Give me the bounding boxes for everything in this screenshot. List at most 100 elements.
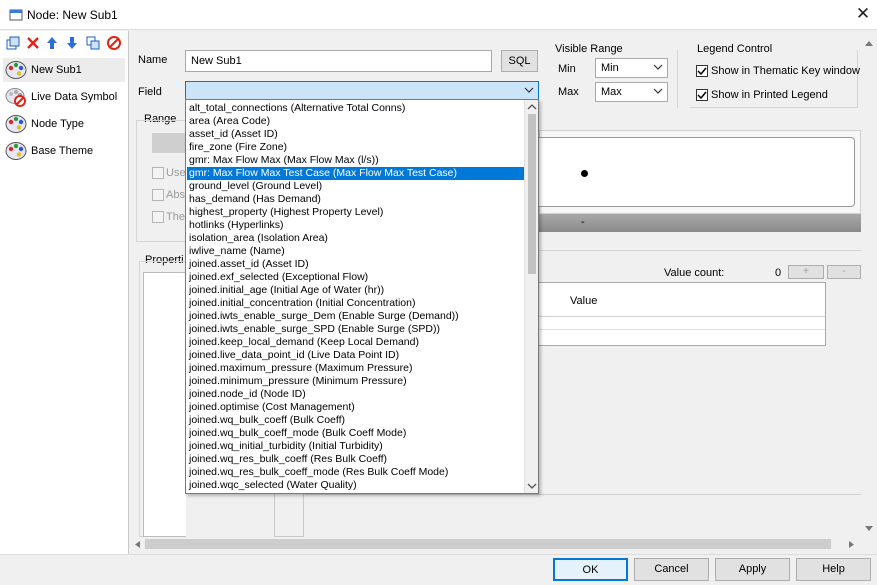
dropdown-item[interactable]: alt_total_connections (Alternative Total… [187, 102, 524, 115]
values-table-row [539, 318, 825, 330]
dropdown-item[interactable]: joined.iwts_enable_surge_Dem (Enable Sur… [187, 310, 524, 323]
dropdown-item[interactable]: joined.wqc_selected (Water Quality) [187, 479, 524, 492]
scroll-left-icon[interactable] [133, 540, 141, 549]
remove-value-button[interactable]: - [827, 265, 861, 279]
dropdown-item[interactable]: joined.wq_bulk_coeff (Bulk Coeff) [187, 414, 524, 427]
dropdown-item[interactable]: highest_property (Highest Property Level… [187, 206, 524, 219]
cancel-button[interactable]: Cancel [634, 558, 709, 581]
dropdown-item[interactable]: iwlive_name (Name) [187, 245, 524, 258]
dropdown-scrollbar[interactable] [524, 100, 538, 493]
disable-icon[interactable] [106, 35, 122, 51]
values-table-header: Value [539, 283, 825, 317]
dropdown-item[interactable]: joined.wq_bulk_coeff_mode (Bulk Coeff Mo… [187, 427, 524, 440]
dropdown-item[interactable]: joined.wq_res_bulk_coeff (Res Bulk Coeff… [187, 453, 524, 466]
scroll-down-icon[interactable] [864, 525, 874, 533]
thematic-key-label: Show in Thematic Key window [711, 65, 860, 77]
value-count-label: Value count: [664, 267, 725, 279]
dropdown-item[interactable]: joined.minimum_pressure (Minimum Pressur… [187, 375, 524, 388]
tree-item-node-type[interactable]: Node Type [3, 112, 125, 136]
dropdown-item[interactable]: isolation_area (Isolation Area) [187, 232, 524, 245]
theme-tree-pane: New Sub1 Live Data Symbol Node Type Base… [0, 31, 129, 554]
scroll-up-icon[interactable] [527, 103, 537, 111]
palette-icon [5, 61, 27, 79]
scroll-up-icon[interactable] [864, 39, 874, 47]
move-down-icon[interactable] [64, 35, 80, 51]
dialog-button-bar: OK Cancel Apply Help [0, 554, 877, 585]
abs-checkbox[interactable] [152, 189, 164, 201]
the-checkbox[interactable] [152, 211, 164, 223]
dropdown-item[interactable]: has_demand (Has Demand) [187, 193, 524, 206]
palette-icon [5, 142, 27, 160]
max-select-value: Max [601, 86, 622, 98]
close-icon[interactable]: ✕ [853, 4, 873, 24]
min-select[interactable]: Min [595, 58, 668, 78]
horizontal-scroll-thumb[interactable] [145, 539, 831, 549]
dropdown-item[interactable]: joined.node_id (Node ID) [187, 388, 524, 401]
dropdown-item[interactable]: fire_zone (Fire Zone) [187, 141, 524, 154]
tree-item-label: Base Theme [31, 145, 94, 157]
main-horizontal-scrollbar[interactable] [130, 537, 862, 551]
dropdown-item[interactable]: area (Area Code) [187, 115, 524, 128]
dropdown-item[interactable]: joined.iwts_enable_surge_SPD (Enable Sur… [187, 323, 524, 336]
properties-list[interactable] [143, 272, 186, 537]
dropdown-item[interactable]: joined.maximum_pressure (Maximum Pressur… [187, 362, 524, 375]
dropdown-item[interactable]: joined.wq_initial_turbidity (Initial Tur… [187, 440, 524, 453]
tree-item-live-data-symbol[interactable]: Live Data Symbol [3, 85, 125, 109]
values-table[interactable]: Value [539, 282, 826, 346]
apply-button[interactable]: Apply [715, 558, 790, 581]
ok-button[interactable]: OK [553, 558, 628, 581]
main-vertical-scrollbar[interactable] [862, 37, 876, 537]
dropdown-scroll-thumb[interactable] [528, 114, 536, 274]
range-button[interactable] [152, 133, 186, 153]
app-icon [9, 9, 23, 21]
symbol-dot [581, 170, 588, 177]
delete-icon[interactable] [25, 35, 41, 51]
symbol-preview [539, 137, 855, 207]
thematic-key-checkbox[interactable] [696, 65, 708, 77]
printed-legend-checkbox[interactable] [696, 89, 708, 101]
palette-disabled-icon [5, 88, 26, 107]
tree-item-new-sub1[interactable]: New Sub1 [3, 58, 125, 82]
tree-item-base-theme[interactable]: Base Theme [3, 139, 125, 163]
chevron-down-icon [653, 88, 663, 94]
dropdown-item-highlighted[interactable]: gmr: Max Flow Max Test Case (Max Flow Ma… [187, 167, 524, 180]
dropdown-item[interactable]: joined.live_data_point_id (Live Data Poi… [187, 349, 524, 362]
use-checkbox[interactable] [152, 167, 164, 179]
dropdown-item[interactable]: joined.exf_selected (Exceptional Flow) [187, 271, 524, 284]
window-title: Node: New Sub1 [27, 8, 118, 22]
dropdown-item[interactable]: ground_level (Ground Level) [187, 180, 524, 193]
scroll-right-icon[interactable] [848, 540, 856, 549]
dropdown-item[interactable]: joined.initial_age (Initial Age of Water… [187, 284, 524, 297]
dropdown-item[interactable]: hotlinks (Hyperlinks) [187, 219, 524, 232]
name-label: Name [138, 54, 168, 66]
max-label: Max [558, 86, 579, 98]
dropdown-item[interactable]: joined.initial_concentration (Initial Co… [187, 297, 524, 310]
preview-bar: - [539, 214, 861, 232]
new-layer-icon[interactable] [5, 35, 21, 51]
name-input[interactable]: New Sub1 [185, 50, 492, 72]
dropdown-item[interactable]: joined.optimise (Cost Management) [187, 401, 524, 414]
sql-button[interactable]: SQL [501, 50, 538, 72]
copy-icon[interactable] [85, 35, 101, 51]
move-up-icon[interactable] [44, 35, 60, 51]
abs-label: Abs [166, 189, 185, 201]
min-select-value: Min [601, 62, 619, 74]
chevron-down-icon [653, 64, 663, 70]
dropdown-item[interactable]: joined.keep_local_demand (Keep Local Dem… [187, 336, 524, 349]
value-column-header: Value [570, 295, 598, 307]
properties-splitter [274, 494, 304, 537]
field-select[interactable] [185, 81, 539, 101]
add-value-button[interactable]: + [788, 265, 824, 279]
dropdown-item[interactable]: gmr: Max Flow Max (Max Flow Max (l/s)) [187, 154, 524, 167]
field-label: Field [138, 86, 162, 98]
tree-item-label: New Sub1 [31, 64, 82, 76]
max-select[interactable]: Max [595, 82, 668, 102]
chevron-down-icon [524, 87, 534, 93]
dropdown-item[interactable]: joined.asset_id (Asset ID) [187, 258, 524, 271]
preview-dash: - [581, 216, 585, 228]
help-button[interactable]: Help [796, 558, 871, 581]
scroll-down-icon[interactable] [527, 482, 537, 490]
field-dropdown-list[interactable]: alt_total_connections (Alternative Total… [185, 99, 539, 494]
dropdown-item[interactable]: joined.wq_res_bulk_coeff_mode (Res Bulk … [187, 466, 524, 479]
dropdown-item[interactable]: asset_id (Asset ID) [187, 128, 524, 141]
